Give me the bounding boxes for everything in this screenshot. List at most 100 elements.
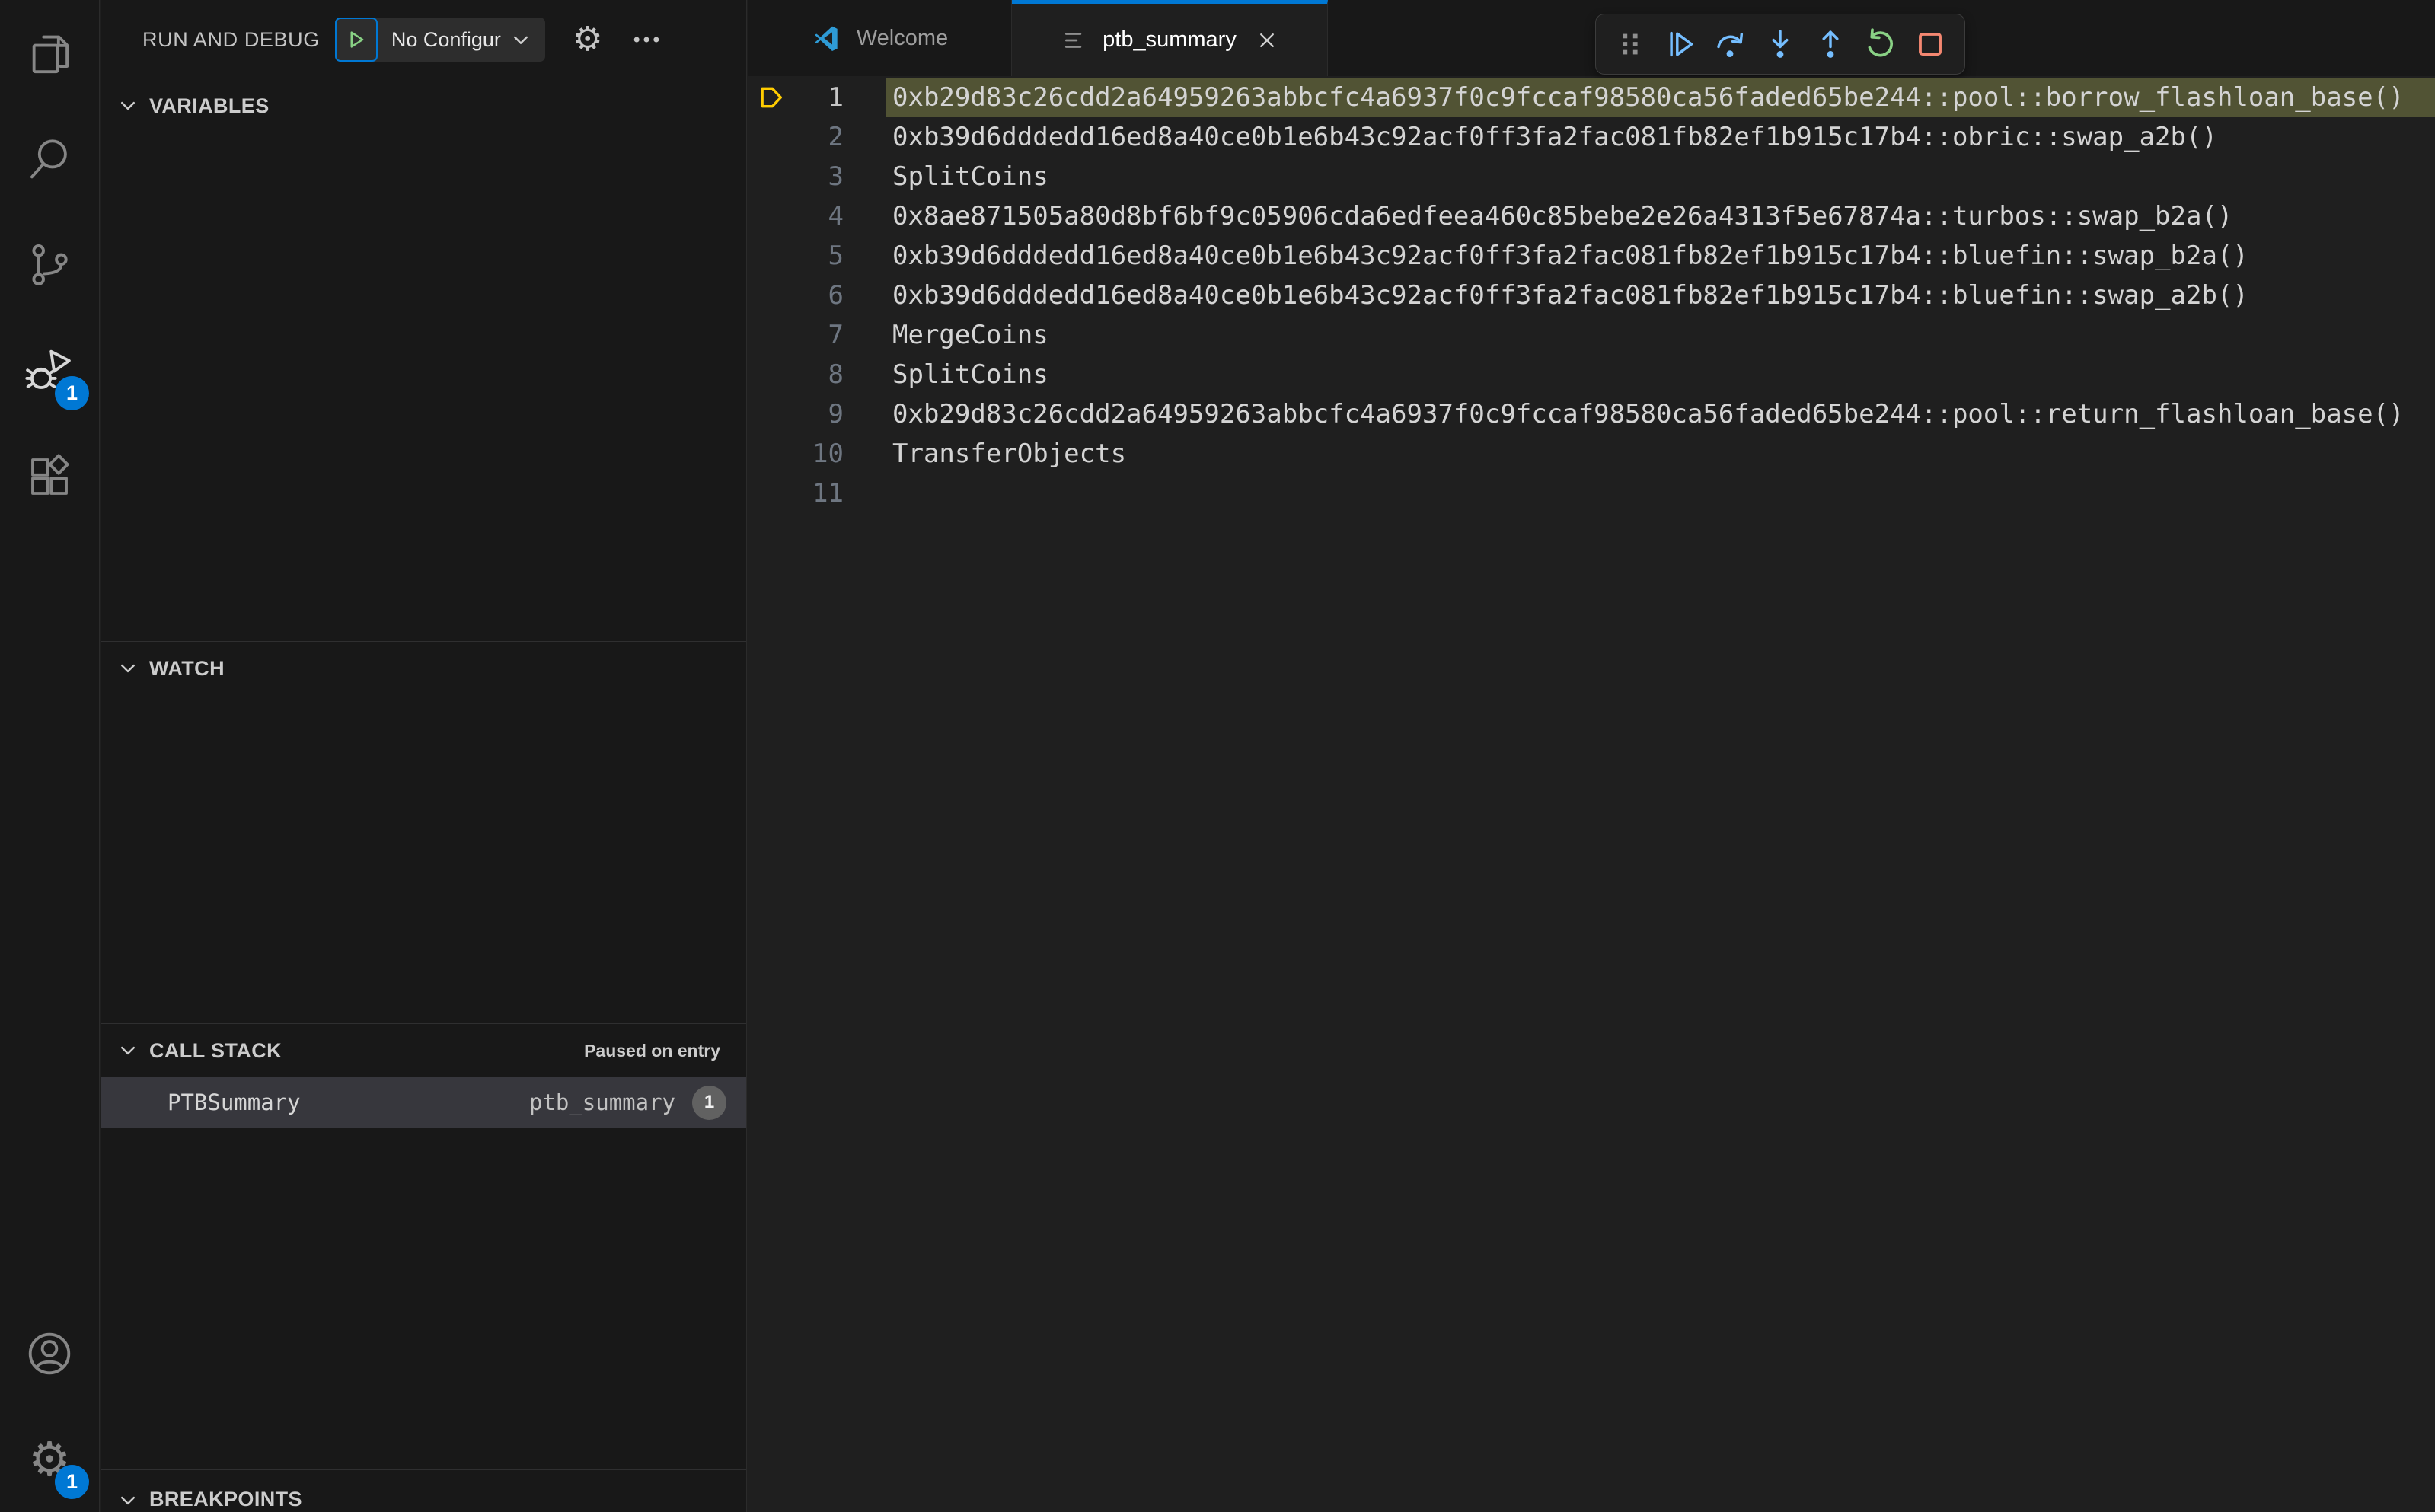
code-line-text: SplitCoins bbox=[892, 161, 1048, 192]
line-number: 4 bbox=[828, 201, 844, 231]
code-line-text: 0x8ae871505a80d8bf6bf9c05906cda6edfeea46… bbox=[892, 201, 2233, 231]
close-tab-button[interactable] bbox=[1256, 30, 1278, 51]
tab-bar: Welcome ptb_summary bbox=[748, 0, 2435, 76]
variables-section-header[interactable]: VARIABLES bbox=[101, 79, 746, 132]
editor-group: Welcome ptb_summary 1 0xb29d83c26cdd2a64… bbox=[748, 0, 2435, 1512]
code-line[interactable]: 3 SplitCoins bbox=[748, 157, 2435, 196]
toolbar-drag-handle[interactable] bbox=[1608, 20, 1652, 69]
frame-file: ptb_summary bbox=[528, 1089, 675, 1115]
debug-configuration-dropdown[interactable]: No Configur bbox=[378, 18, 545, 62]
code-line[interactable]: 7 MergeCoins bbox=[748, 315, 2435, 355]
code-line[interactable]: 10 TransferObjects bbox=[748, 434, 2435, 474]
tab-welcome[interactable]: Welcome bbox=[748, 0, 1012, 76]
sidebar-title: RUN AND DEBUG bbox=[142, 27, 320, 51]
continue-button[interactable] bbox=[1658, 20, 1703, 69]
code-line-text: 0xb39d6dddedd16ed8a40ce0b1e6b43c92acf0ff… bbox=[892, 280, 2248, 311]
files-icon bbox=[24, 28, 75, 78]
extensions-icon bbox=[24, 451, 75, 502]
code-line-text: 0xb39d6dddedd16ed8a40ce0b1e6b43c92acf0ff… bbox=[892, 241, 2248, 271]
vscode-logo-icon bbox=[811, 23, 841, 53]
activity-item-settings[interactable]: ⚙ 1 bbox=[0, 1406, 99, 1512]
activity-bar: 1 ⚙ 1 bbox=[0, 0, 100, 1512]
activity-item-run-and-debug[interactable]: 1 bbox=[0, 317, 99, 423]
code-line[interactable]: 6 0xb39d6dddedd16ed8a40ce0b1e6b43c92acf0… bbox=[748, 276, 2435, 315]
line-number: 3 bbox=[828, 161, 844, 192]
activity-bar-bottom: ⚙ 1 bbox=[0, 1300, 99, 1512]
line-number: 8 bbox=[828, 359, 844, 390]
watch-section-header[interactable]: WATCH bbox=[101, 642, 746, 695]
chevron-down-icon bbox=[117, 1490, 139, 1511]
start-debugging-button[interactable] bbox=[334, 18, 378, 62]
tab-ptb-summary[interactable]: ptb_summary bbox=[1012, 0, 1328, 76]
line-number: 10 bbox=[812, 439, 844, 469]
tab-welcome-label: Welcome bbox=[856, 25, 949, 50]
close-icon bbox=[1256, 30, 1278, 51]
call-stack-label: CALL STACK bbox=[149, 1038, 282, 1062]
code-line-text: 0xb29d83c26cdd2a64959263abbcfc4a6937f0c9… bbox=[886, 78, 2435, 117]
step-into-button[interactable] bbox=[1758, 20, 1802, 69]
code-line[interactable]: 11 bbox=[748, 474, 2435, 513]
chevron-down-icon bbox=[117, 1040, 139, 1061]
source-control-icon bbox=[24, 240, 75, 290]
chevron-down-icon bbox=[510, 29, 531, 50]
activity-item-accounts[interactable] bbox=[0, 1300, 99, 1406]
gripper-icon bbox=[1613, 27, 1648, 62]
line-number: 5 bbox=[828, 241, 844, 271]
account-icon bbox=[24, 1329, 75, 1379]
line-number: 2 bbox=[828, 122, 844, 152]
views-more-actions-button[interactable] bbox=[630, 23, 663, 56]
activity-item-extensions[interactable] bbox=[0, 423, 99, 529]
activity-item-source-control[interactable] bbox=[0, 212, 99, 317]
frame-badge: 1 bbox=[692, 1085, 726, 1120]
code-line-text: 0xb39d6dddedd16ed8a40ce0b1e6b43c92acf0ff… bbox=[892, 122, 2217, 152]
step-out-button[interactable] bbox=[1808, 20, 1853, 69]
play-icon bbox=[345, 28, 368, 51]
paused-status: Paused on entry bbox=[584, 1040, 720, 1061]
code-line[interactable]: 9 0xb29d83c26cdd2a64959263abbcfc4a6937f0… bbox=[748, 394, 2435, 434]
list-file-icon bbox=[1061, 27, 1087, 53]
step-over-button[interactable] bbox=[1708, 20, 1752, 69]
code-line[interactable]: 2 0xb39d6dddedd16ed8a40ce0b1e6b43c92acf0… bbox=[748, 117, 2435, 157]
stop-button[interactable] bbox=[1908, 20, 1952, 69]
call-stack-section-header[interactable]: CALL STACK Paused on entry bbox=[101, 1024, 746, 1077]
debug-settings-button[interactable]: ⚙ bbox=[573, 23, 602, 56]
code-line-text: TransferObjects bbox=[892, 439, 1127, 469]
debug-toolbar bbox=[1595, 14, 1965, 75]
debug-current-line-icon bbox=[755, 82, 786, 113]
code-editor[interactable]: 1 0xb29d83c26cdd2a64959263abbcfc4a6937f0… bbox=[748, 76, 2435, 1512]
variables-label: VARIABLES bbox=[149, 94, 270, 117]
variables-section: VARIABLES bbox=[101, 79, 746, 132]
activity-item-search[interactable] bbox=[0, 106, 99, 212]
restart-button[interactable] bbox=[1859, 20, 1903, 69]
code-line[interactable]: 4 0x8ae871505a80d8bf6bf9c05906cda6edfeea… bbox=[748, 196, 2435, 236]
debug-config-group: No Configur bbox=[334, 18, 545, 62]
frame-name: PTBSummary bbox=[168, 1089, 301, 1115]
activity-item-explorer[interactable] bbox=[0, 0, 99, 106]
step-out-icon bbox=[1813, 27, 1848, 62]
search-icon bbox=[24, 134, 75, 184]
run-and-debug-sidebar: RUN AND DEBUG No Configur ⚙ VARIABLES WA… bbox=[101, 0, 747, 1512]
code-line-text: MergeCoins bbox=[892, 320, 1048, 350]
tab-ptb-summary-label: ptb_summary bbox=[1103, 27, 1237, 52]
line-number: 11 bbox=[812, 478, 844, 509]
line-number: 9 bbox=[828, 399, 844, 429]
breakpoints-section-header[interactable]: BREAKPOINTS bbox=[101, 1470, 746, 1512]
chevron-down-icon bbox=[117, 658, 139, 679]
call-stack-frame-row[interactable]: PTBSummary ptb_summary 1 bbox=[101, 1077, 746, 1128]
debug-badge: 1 bbox=[55, 376, 89, 410]
gutter[interactable] bbox=[748, 82, 801, 113]
code-line[interactable]: 5 0xb39d6dddedd16ed8a40ce0b1e6b43c92acf0… bbox=[748, 236, 2435, 276]
code-line-text: SplitCoins bbox=[892, 359, 1048, 390]
sidebar-header: RUN AND DEBUG No Configur ⚙ bbox=[101, 0, 746, 79]
code-line[interactable]: 1 0xb29d83c26cdd2a64959263abbcfc4a6937f0… bbox=[748, 78, 2435, 117]
call-stack-section: CALL STACK Paused on entry PTBSummary pt… bbox=[101, 1023, 746, 1128]
watch-section: WATCH bbox=[101, 641, 746, 695]
line-number: 1 bbox=[828, 82, 844, 113]
restart-icon bbox=[1862, 27, 1897, 62]
ellipsis-icon bbox=[630, 23, 663, 56]
step-into-icon bbox=[1763, 27, 1798, 62]
settings-badge: 1 bbox=[55, 1465, 89, 1499]
code-line[interactable]: 8 SplitCoins bbox=[748, 355, 2435, 394]
breakpoints-section: BREAKPOINTS bbox=[101, 1469, 746, 1512]
